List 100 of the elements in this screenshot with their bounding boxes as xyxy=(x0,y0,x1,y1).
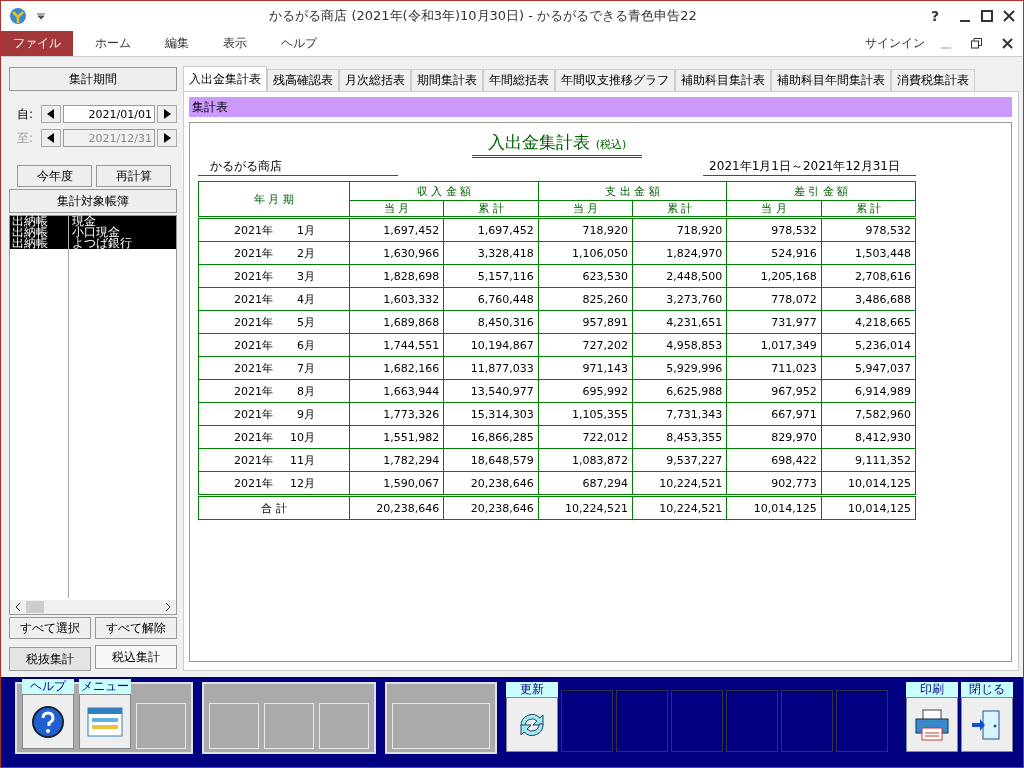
empty-slot xyxy=(616,690,668,752)
tab[interactable]: 月次総括表 xyxy=(339,69,411,91)
total-label: 合 計 xyxy=(198,495,350,520)
tab[interactable]: 入出金集計表 xyxy=(183,66,267,91)
tax-tab[interactable]: 税抜集計 xyxy=(9,647,91,671)
table-cell: 731,977 xyxy=(726,310,822,334)
help-button[interactable]: ? xyxy=(921,8,949,24)
period-cell: 2021年 7月 xyxy=(198,356,350,380)
table-cell: 1,105,355 xyxy=(538,402,633,426)
table-cell: 1,773,326 xyxy=(349,402,444,426)
period-button[interactable]: 再計算 xyxy=(96,165,171,187)
ledger-row[interactable]: 出納帳 小口現金 xyxy=(10,227,176,238)
tab[interactable]: 残高確認表 xyxy=(267,69,339,91)
total-cell: 20,238,646 xyxy=(349,495,444,520)
restore-icon[interactable] xyxy=(971,38,982,49)
select-button[interactable]: すべて選択 xyxy=(9,617,91,639)
ledger-row[interactable]: 出納帳 現金 xyxy=(10,216,176,227)
scroll-left-icon[interactable] xyxy=(14,602,22,612)
scroll-right-icon[interactable] xyxy=(164,602,172,612)
menu-item[interactable]: ヘルプ xyxy=(269,31,329,56)
date-field[interactable]: 2021/01/01 xyxy=(63,105,155,123)
table-cell: 5,929,996 xyxy=(632,356,727,380)
table-cell: 6,760,448 xyxy=(443,287,539,311)
column-group-header: 収 入 金 額 xyxy=(349,181,539,201)
period-cell: 2021年 3月 xyxy=(198,264,350,288)
table-cell: 1,603,332 xyxy=(349,287,444,311)
table-cell: 711,023 xyxy=(726,356,822,380)
date-range: 2021年1月1日～2021年12月31日 xyxy=(703,158,916,176)
column-group-header: 支 出 金 額 xyxy=(538,181,727,201)
tab[interactable]: 消費税集計表 xyxy=(891,69,975,91)
table-cell: 718,920 xyxy=(538,217,633,242)
tab[interactable]: 年間収支推移グラフ xyxy=(555,69,675,91)
period-cell: 2021年 4月 xyxy=(198,287,350,311)
maximize-icon[interactable] xyxy=(981,10,993,22)
table-cell: 8,412,930 xyxy=(821,425,916,449)
table-cell: 6,914,989 xyxy=(821,379,916,403)
tab[interactable]: 補助科目年間集計表 xyxy=(771,69,891,91)
table-cell: 9,111,352 xyxy=(821,448,916,472)
table-cell: 524,916 xyxy=(726,241,822,265)
tab[interactable]: 補助科目集計表 xyxy=(675,69,771,91)
report-title: 入出金集計表 (税込) xyxy=(471,131,643,158)
dropdown-caret-icon[interactable] xyxy=(37,13,45,19)
table-cell: 5,157,116 xyxy=(443,264,539,288)
table-cell: 623,530 xyxy=(538,264,633,288)
table-cell: 11,877,033 xyxy=(443,356,539,380)
table-cell: 7,582,960 xyxy=(821,402,916,426)
period-button[interactable]: 今年度 xyxy=(17,165,92,187)
table-cell: 15,314,303 xyxy=(443,402,539,426)
sign-in-link[interactable]: サインイン xyxy=(865,35,925,52)
period-cell: 2021年 2月 xyxy=(198,241,350,265)
column-header: 累 計 xyxy=(443,200,539,218)
help-icon xyxy=(31,704,65,739)
empty-slot xyxy=(671,690,723,752)
period-cell: 2021年 6月 xyxy=(198,333,350,357)
table-cell: 695,992 xyxy=(538,379,633,403)
table-cell: 10,194,867 xyxy=(443,333,539,357)
table-cell: 1,824,970 xyxy=(632,241,727,265)
table-cell: 698,422 xyxy=(726,448,822,472)
table-cell: 727,202 xyxy=(538,333,633,357)
tab[interactable]: 期間集計表 xyxy=(411,69,483,91)
total-cell: 10,014,125 xyxy=(821,495,916,520)
total-cell: 20,238,646 xyxy=(443,495,539,520)
column-header: 当 月 xyxy=(349,200,444,218)
select-button[interactable]: すべて解除 xyxy=(95,617,177,639)
empty-slot xyxy=(209,703,259,749)
table-cell: 978,532 xyxy=(726,217,822,242)
empty-slot xyxy=(136,703,186,749)
column-header: 累 計 xyxy=(632,200,727,218)
scrollbar-thumb[interactable] xyxy=(26,601,44,613)
table-cell: 18,648,579 xyxy=(443,448,539,472)
table-cell: 6,625,988 xyxy=(632,379,727,403)
table-cell: 8,450,316 xyxy=(443,310,539,334)
menu-item[interactable]: ファイル xyxy=(1,31,73,56)
menu-item[interactable]: ホーム xyxy=(83,31,143,56)
window-title: かるがる商店 (2021年(令和3年)10月30日) - かるがるできる青色申告22 xyxy=(268,7,698,25)
ledger-row[interactable]: 出納帳 よつば銀行 xyxy=(10,238,176,249)
close-icon[interactable] xyxy=(1003,10,1015,22)
table-cell: 1,682,166 xyxy=(349,356,444,380)
app-logo-icon[interactable] xyxy=(9,7,27,25)
period-header: 集計期間 xyxy=(9,67,177,91)
close-icon[interactable] xyxy=(1002,38,1013,49)
company-name: かるがる商店 xyxy=(198,158,398,176)
menu-item[interactable]: 編集 xyxy=(153,31,201,56)
table-cell: 1,782,294 xyxy=(349,448,444,472)
section-bar: 集計表 xyxy=(189,97,1012,117)
table-cell: 7,731,343 xyxy=(632,402,727,426)
tab[interactable]: 年間総括表 xyxy=(483,69,555,91)
table-cell: 1,630,966 xyxy=(349,241,444,265)
period-cell: 2021年 12月 xyxy=(198,471,350,496)
table-cell: 3,273,760 xyxy=(632,287,727,311)
column-header: 年 月 期 xyxy=(198,181,350,218)
table-cell: 4,218,665 xyxy=(821,310,916,334)
menu-item[interactable]: 表示 xyxy=(211,31,259,56)
table-cell: 1,689,868 xyxy=(349,310,444,334)
table-cell: 2,448,500 xyxy=(632,264,727,288)
table-cell: 967,952 xyxy=(726,379,822,403)
table-cell: 971,143 xyxy=(538,356,633,380)
empty-slot xyxy=(264,703,314,749)
printer-icon xyxy=(914,707,950,742)
tax-tab[interactable]: 税込集計 xyxy=(95,645,177,669)
